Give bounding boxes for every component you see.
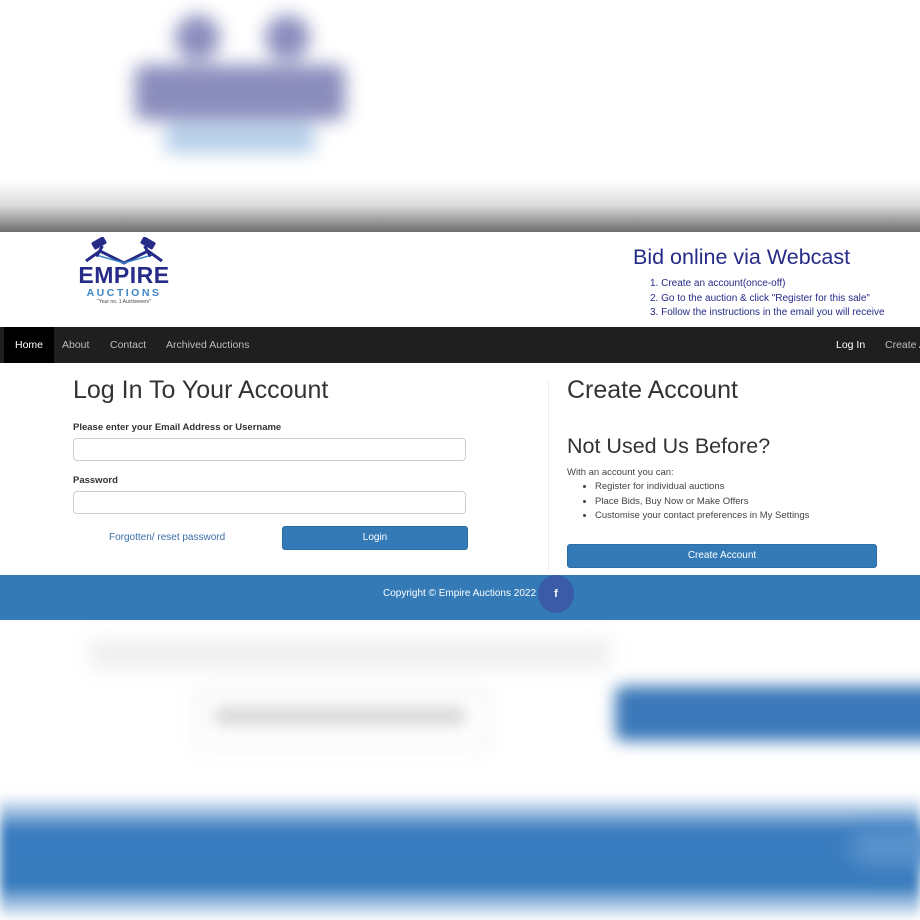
webcast-title: Bid online via Webcast [633,245,851,269]
email-field[interactable] [73,438,466,461]
benefit-item: Place Bids, Buy Now or Make Offers [595,495,809,510]
login-title: Log In To Your Account [73,376,329,404]
empire-auctions-logo[interactable]: EMPIRE AUCTIONS "Your no. 1 Auctioneers" [78,237,170,307]
nav-archived-auctions[interactable]: Archived Auctions [166,327,249,363]
gavel-icon [85,237,163,265]
logo-subtitle: AUCTIONS [86,287,162,299]
password-field[interactable] [73,491,466,514]
password-label: Password [73,475,118,486]
main-navbar: Home About Contact Archived Auctions Log… [0,327,920,363]
facebook-icon: f [554,588,558,600]
nav-contact[interactable]: Contact [110,327,146,363]
logo-tagline: "Your no. 1 Auctioneers" [97,299,151,305]
benefits-intro: With an account you can: [567,467,674,478]
forgot-password-link[interactable]: Forgotten/ reset password [109,532,225,543]
nav-log-in[interactable]: Log In [836,327,865,363]
nav-create-account[interactable]: Create A [885,327,920,363]
blurred-background-top [0,0,920,232]
nav-about[interactable]: About [62,327,89,363]
benefits-list: Register for individual auctions Place B… [582,480,809,524]
facebook-button[interactable]: f [538,575,574,613]
create-account-button[interactable]: Create Account [567,544,877,568]
email-label: Please enter your Email Address or Usern… [73,422,282,433]
benefit-item: Customise your contact preferences in My… [595,509,809,524]
webcast-steps: 1. Create an account(once-off) 2. Go to … [650,277,885,321]
webcast-step: 1. Create an account(once-off) [650,278,786,289]
blurred-background-bottom [0,620,920,920]
site-header: EMPIRE AUCTIONS "Your no. 1 Auctioneers"… [0,232,920,327]
create-account-title: Create Account [567,376,738,404]
webcast-step: 3. Follow the instructions in the email … [650,307,885,318]
not-used-title: Not Used Us Before? [567,434,771,458]
logo-wordmark: EMPIRE [78,262,170,288]
nav-home[interactable]: Home [4,327,55,363]
main-content: Log In To Your Account Please enter your… [0,363,920,575]
column-divider [548,381,549,571]
benefit-item: Register for individual auctions [595,480,809,495]
copyright-text: Copyright © Empire Auctions 2022 [383,588,537,599]
blurred-logo [125,15,355,160]
login-button[interactable]: Login [282,526,468,550]
site-footer: Copyright © Empire Auctions 2022 f [0,575,920,620]
webcast-step: 2. Go to the auction & click "Register f… [650,292,870,304]
